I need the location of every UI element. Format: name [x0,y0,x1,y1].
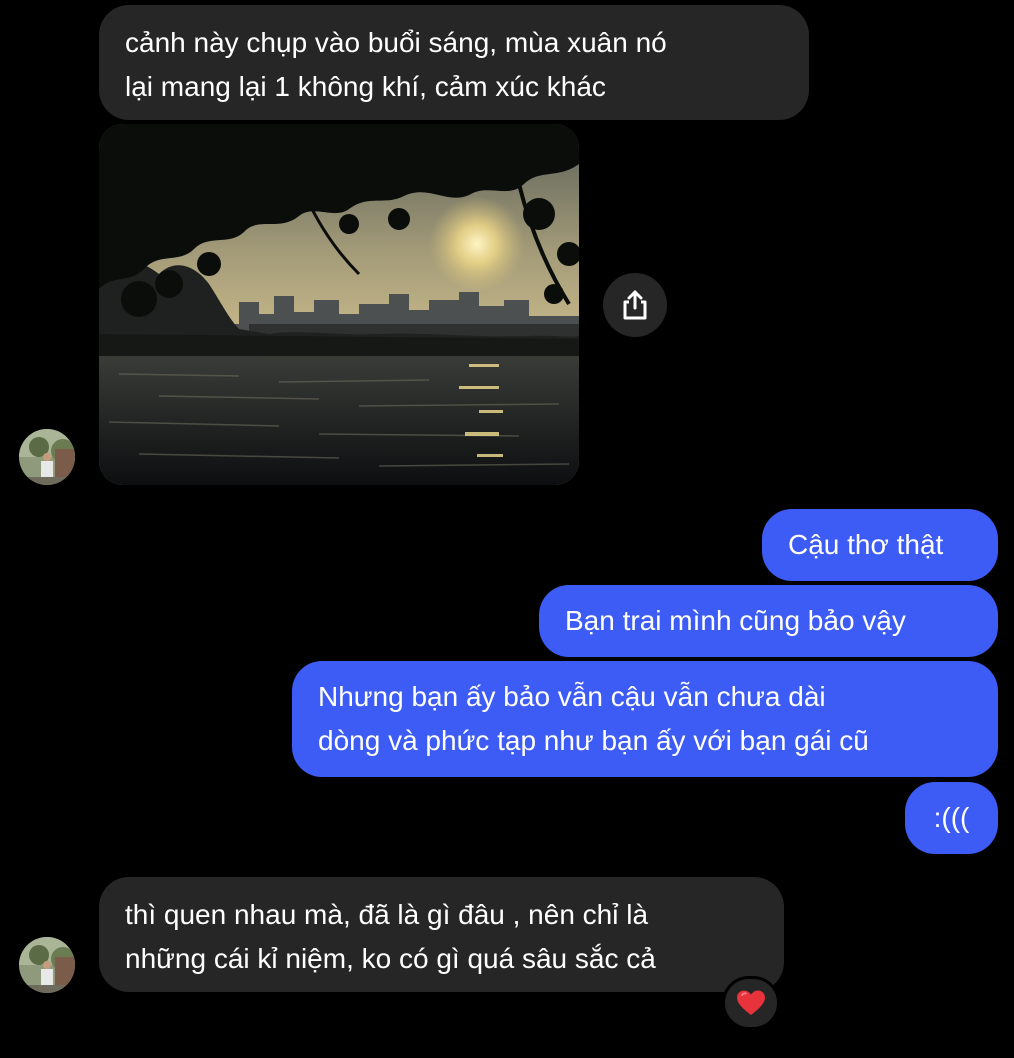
outgoing-message[interactable]: :((( [905,782,998,854]
message-text: Bạn trai mình cũng bảo vậy [565,605,906,636]
message-text-line: lại mang lại 1 không khí, cảm xúc khác [125,71,606,102]
outgoing-message[interactable]: Bạn trai mình cũng bảo vậy [539,585,998,657]
outgoing-message[interactable]: Cậu thơ thật [762,509,998,581]
message-text-line: Nhưng bạn ấy bảo vẫn cậu vẫn chưa dài [318,681,826,712]
message-text-line: những cái kỉ niệm, ko có gì quá sâu sắc … [125,943,656,974]
lake-photo [99,124,579,485]
reaction-badge[interactable] [722,976,780,1030]
share-button[interactable] [603,273,667,337]
message-text: Cậu thơ thật [788,529,944,560]
incoming-message[interactable]: cảnh này chụp vào buổi sáng, mùa xuân nó… [99,5,809,120]
heart-icon [737,990,765,1015]
share-icon [623,290,647,320]
avatar[interactable] [19,429,75,485]
message-text: :((( [933,802,970,833]
incoming-message[interactable]: thì quen nhau mà, đã là gì đâu , nên chỉ… [99,877,784,992]
photo-message[interactable] [99,124,579,485]
message-text-line: thì quen nhau mà, đã là gì đâu , nên chỉ… [125,899,649,930]
avatar-image [19,937,75,993]
message-text-line: cảnh này chụp vào buổi sáng, mùa xuân nó [125,27,667,58]
avatar-image [19,429,75,485]
message-text-line: dòng và phức tạp như bạn ấy với bạn gái … [318,725,869,756]
avatar[interactable] [19,937,75,993]
outgoing-message[interactable]: Nhưng bạn ấy bảo vẫn cậu vẫn chưa dài dò… [292,661,998,777]
